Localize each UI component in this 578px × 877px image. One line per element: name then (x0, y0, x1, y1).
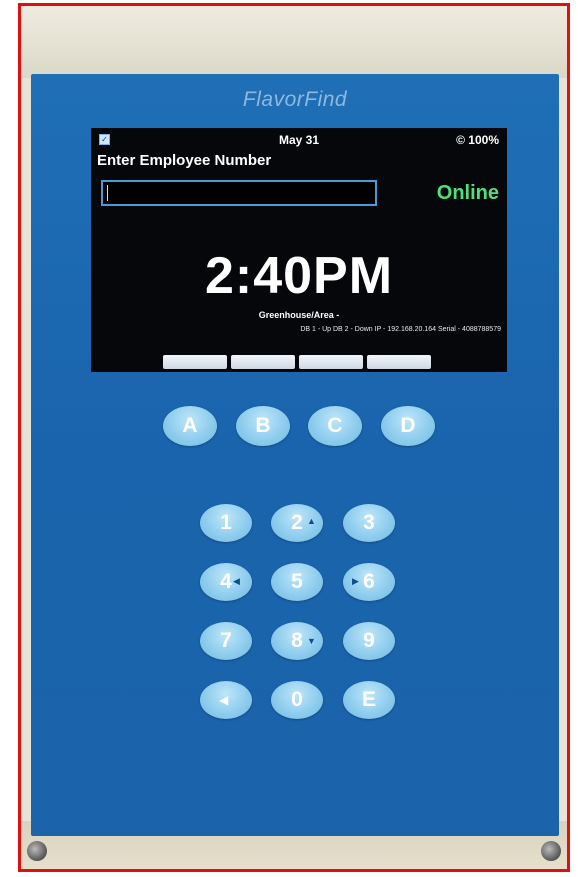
key-d[interactable]: D (381, 406, 435, 446)
arrow-left-icon: ◀ (233, 576, 240, 586)
key-9-label: 9 (363, 629, 375, 652)
key-e-label: E (361, 688, 376, 711)
key-2[interactable]: 2 ▲ (271, 504, 323, 542)
key-3[interactable]: 3 (343, 504, 395, 542)
key-6[interactable]: ▶ 6 (343, 563, 395, 601)
key-1[interactable]: 1 (200, 504, 252, 542)
softkey-3[interactable] (299, 355, 363, 369)
clock-time: 2:40PM (204, 247, 394, 305)
key-6-label: 6 (363, 570, 375, 593)
battery-status: © 100% (456, 133, 499, 147)
backspace-key[interactable]: ◀ (200, 681, 252, 719)
screenshot-frame: FlavorFind ✓ May 31 © 100% Enter Employe… (18, 3, 570, 872)
key-0[interactable]: 0 (271, 681, 323, 719)
arrow-up-icon: ▲ (307, 516, 316, 526)
key-2-label: 2 (291, 511, 303, 534)
key-3-label: 3 (363, 511, 375, 534)
key-4[interactable]: 4 ◀ (200, 563, 252, 601)
key-0-label: 0 (291, 688, 303, 711)
key-4-label: 4 (220, 570, 232, 593)
softkey-1[interactable] (163, 355, 227, 369)
backspace-arrow-icon: ◀ (219, 693, 229, 707)
softkey-4[interactable] (367, 355, 431, 369)
arrow-right-icon: ▶ (352, 576, 359, 586)
brand-logo: FlavorFind (242, 88, 348, 111)
key-b[interactable]: B (236, 406, 290, 446)
screw-icon (27, 841, 47, 861)
employee-number-prompt: Enter Employee Number (97, 152, 272, 169)
key-8-label: 8 (291, 629, 303, 652)
device-top-housing (21, 6, 567, 78)
arrow-down-icon: ▼ (307, 636, 316, 646)
key-c[interactable]: C (308, 406, 362, 446)
display-screen: ✓ May 31 © 100% Enter Employee Number On… (91, 128, 507, 372)
key-5-label: 5 (291, 570, 303, 593)
key-7-label: 7 (220, 629, 232, 652)
key-a[interactable]: A (163, 406, 217, 446)
softkey-bar (163, 355, 431, 369)
employee-number-input[interactable] (101, 180, 377, 206)
keypad-panel: FlavorFind ✓ May 31 © 100% Enter Employe… (31, 74, 559, 836)
network-info: DB 1 - Up DB 2 - Down IP - 192.168.20.16… (300, 326, 501, 333)
key-8[interactable]: 8 ▼ (271, 622, 323, 660)
key-e[interactable]: E (343, 681, 395, 719)
key-7[interactable]: 7 (200, 622, 252, 660)
text-cursor (107, 185, 108, 201)
key-9[interactable]: 9 (343, 622, 395, 660)
softkey-2[interactable] (231, 355, 295, 369)
screw-icon (541, 841, 561, 861)
connection-status: Online (436, 182, 499, 204)
key-1-label: 1 (220, 511, 232, 534)
area-label: Greenhouse/Area - (258, 310, 340, 320)
key-5[interactable]: 5 (271, 563, 323, 601)
status-date: May 31 (278, 133, 320, 147)
